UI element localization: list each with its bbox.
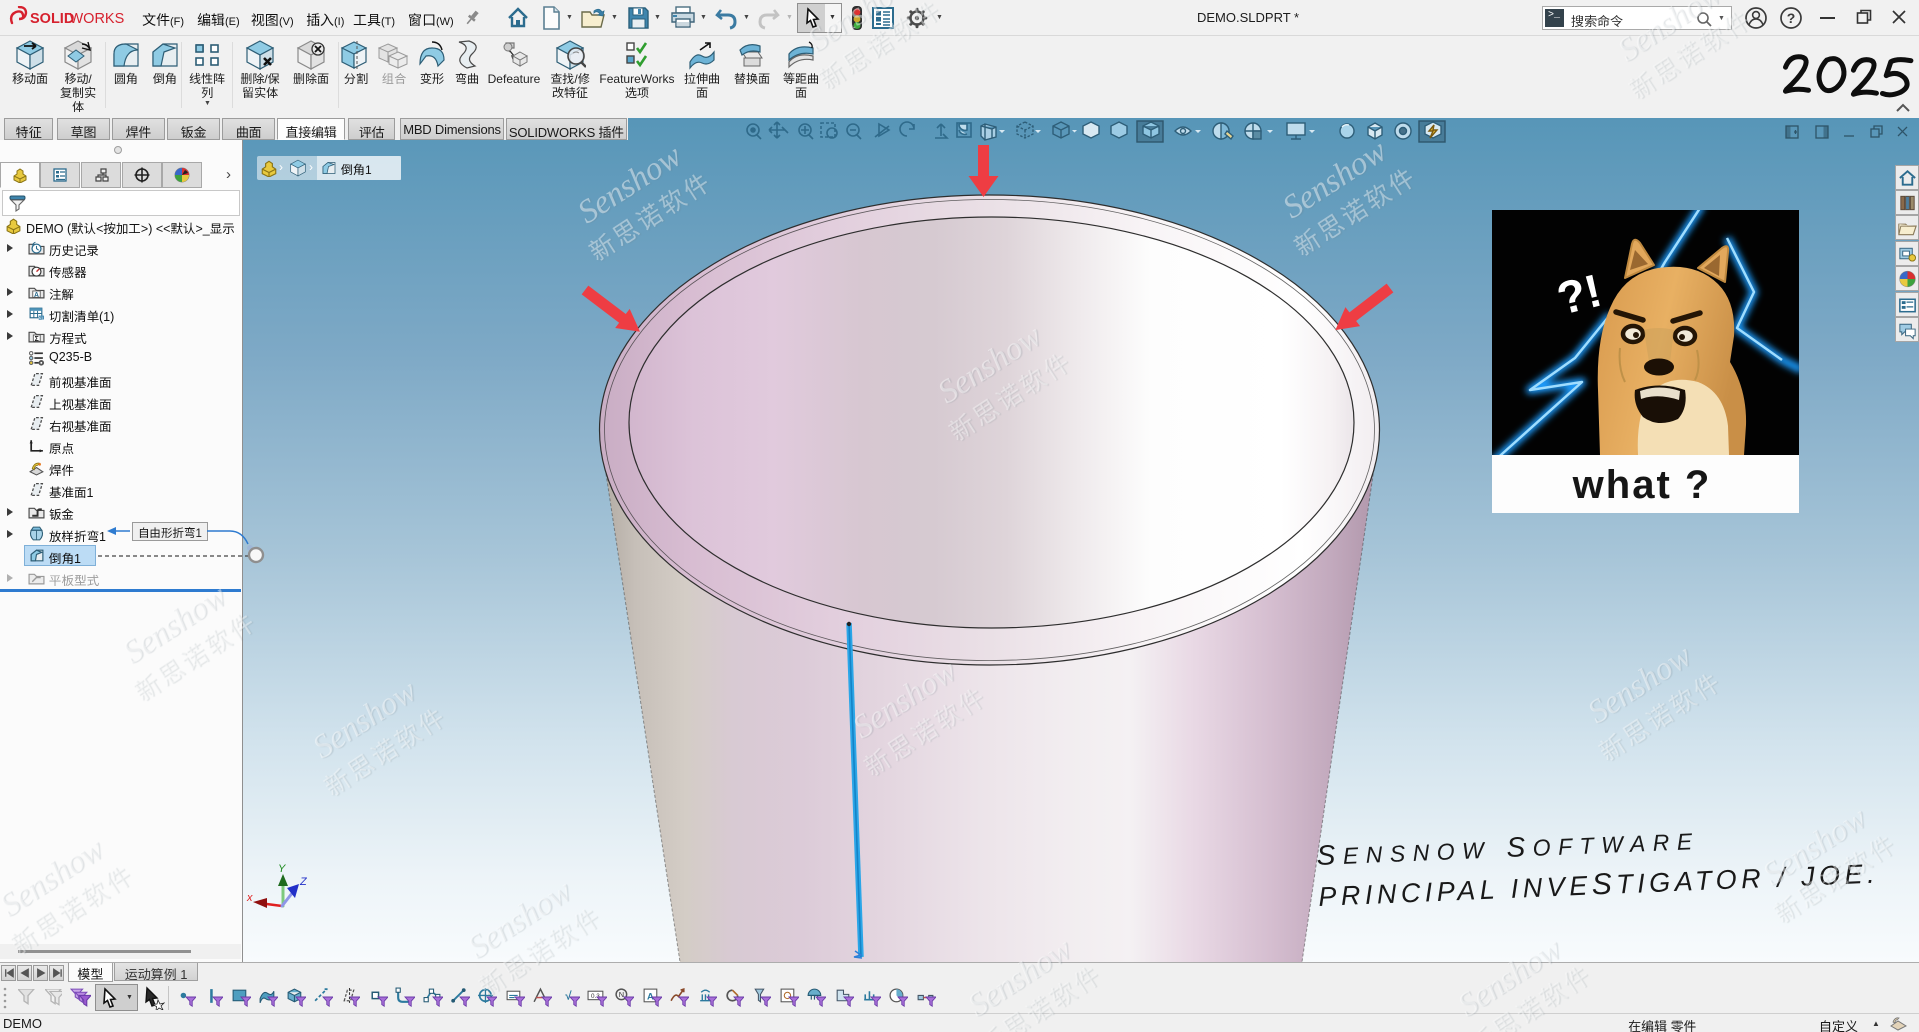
svg-text:what ?: what ?: [1572, 463, 1712, 507]
svg-text:Σ: Σ: [35, 336, 39, 343]
svg-text:x: x: [246, 892, 253, 904]
svg-text:Z: Z: [299, 876, 308, 888]
svg-text:A: A: [34, 292, 39, 299]
svg-text:SOLID: SOLID: [30, 11, 74, 27]
svg-text:?: ?: [1787, 10, 1796, 26]
svg-text:WORKS: WORKS: [70, 11, 125, 27]
svg-text:√: √: [565, 990, 572, 1003]
svg-text:Y: Y: [278, 863, 286, 875]
svg-text:N: N: [619, 990, 624, 999]
svg-text:KL: KL: [38, 315, 44, 321]
